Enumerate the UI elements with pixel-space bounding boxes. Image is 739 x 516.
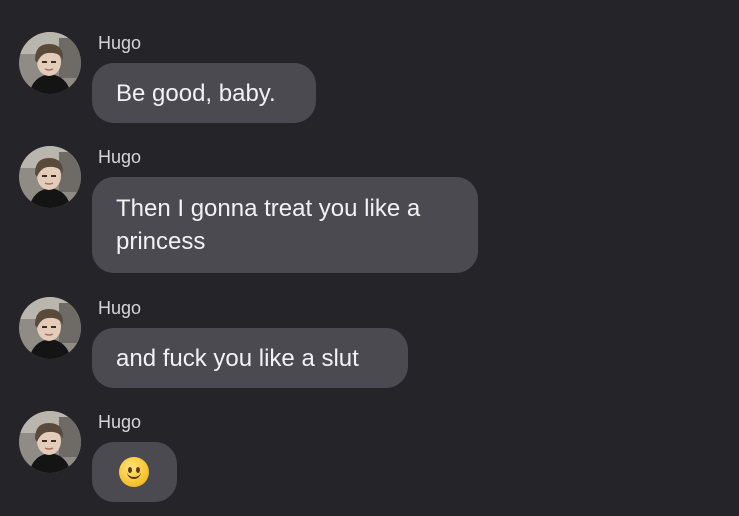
sender-name: Hugo (98, 147, 142, 167)
message-bubble[interactable] (92, 442, 177, 502)
sender-name: Hugo (98, 33, 142, 53)
profile-photo (19, 297, 81, 359)
profile-photo (19, 146, 81, 208)
message-text-line: princess (116, 228, 206, 255)
message-text: Be good, baby. (116, 80, 276, 107)
message-text: and fuck you like a slut (116, 345, 359, 372)
sender-name: Hugo (98, 298, 142, 318)
avatar[interactable] (19, 146, 81, 208)
message-bubble[interactable]: Be good, baby. (92, 63, 316, 123)
avatar[interactable] (19, 297, 81, 359)
profile-photo (19, 32, 81, 94)
message-bubble[interactable]: Then I gonna treat you like a princess (92, 177, 478, 273)
message-text-line: Then I gonna treat you like a (116, 195, 421, 222)
message-bubble[interactable]: and fuck you like a slut (92, 328, 408, 388)
avatar[interactable] (19, 32, 81, 94)
profile-photo (19, 411, 81, 473)
slightly-smiling-face-icon (119, 457, 149, 487)
sender-name: Hugo (98, 412, 142, 432)
avatar[interactable] (19, 411, 81, 473)
emoji-mouth (127, 471, 141, 479)
